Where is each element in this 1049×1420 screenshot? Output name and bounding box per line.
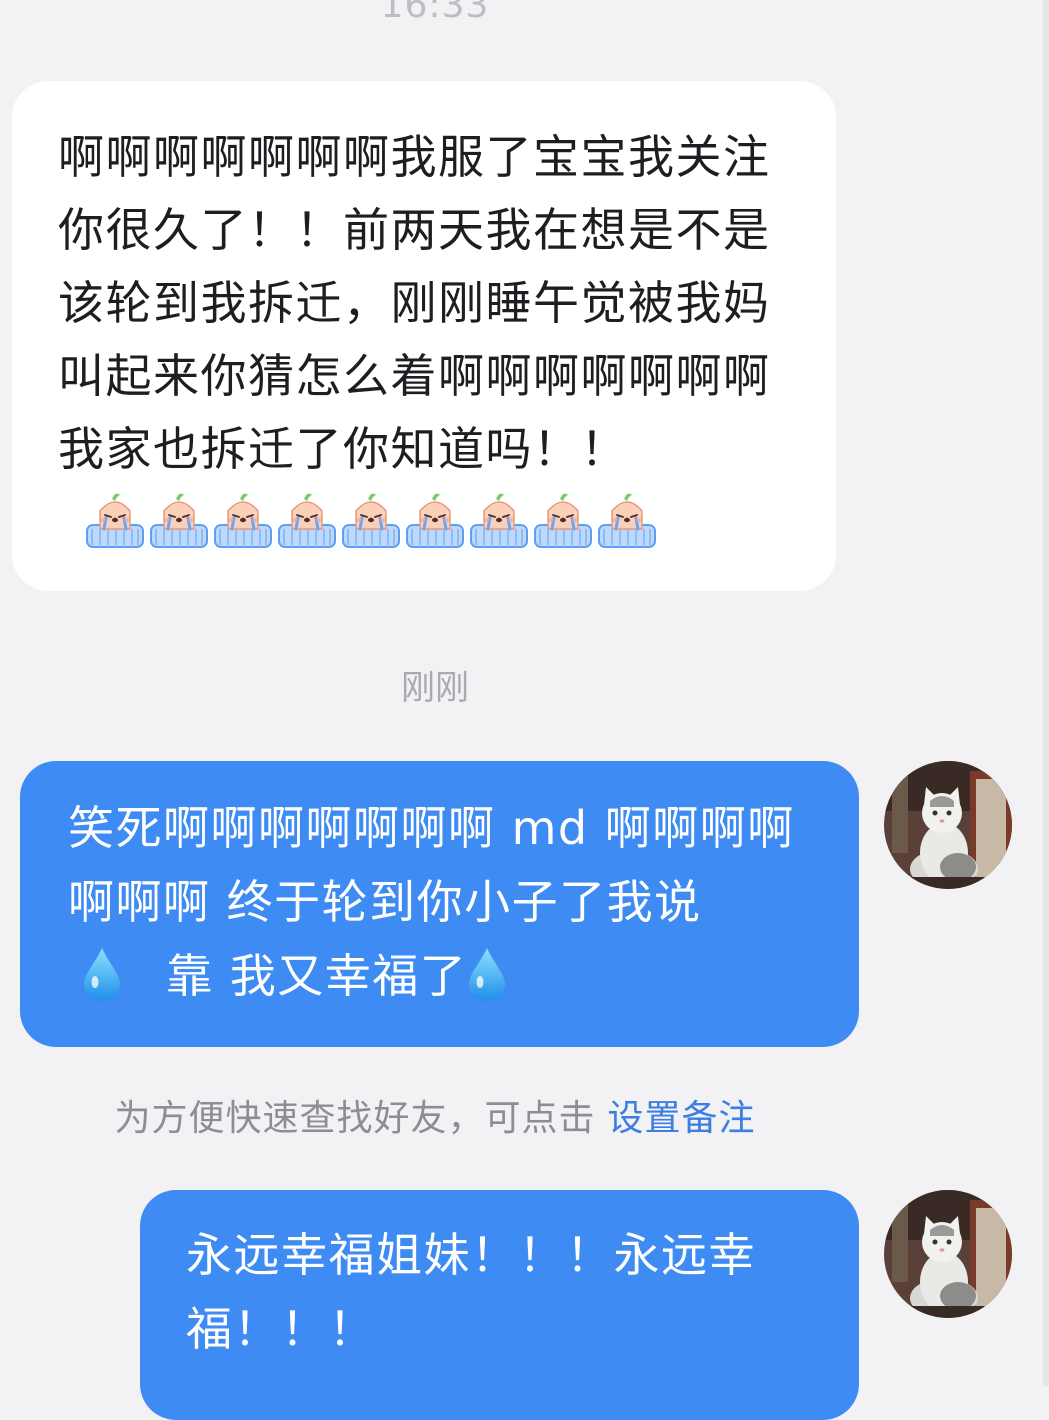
crying-bunny-sticker-icon — [278, 493, 336, 548]
crying-bunny-sticker-icon — [470, 493, 528, 548]
crying-sticker-row — [84, 489, 658, 551]
crying-bunny-sticker-icon — [214, 493, 272, 548]
incoming-message-text: 啊啊啊啊啊啊啊我服了宝宝我关注你很久了！！前两天我在想是不是该轮到我拆迁，刚刚睡… — [58, 121, 806, 559]
crying-bunny-sticker-icon — [86, 493, 144, 548]
incoming-message-body: 啊啊啊啊啊啊啊我服了宝宝我关注你很久了！！前两天我在想是不是该轮到我拆迁，刚刚睡… — [58, 130, 771, 476]
cat-avatar-icon[interactable] — [884, 761, 1012, 889]
crying-bunny-sticker-icon — [534, 493, 592, 548]
outgoing-message-text-2: 永远幸福姐妹！！！永远幸福！！！ — [186, 1228, 756, 1356]
scroll-edge — [1043, 0, 1049, 1386]
message-timestamp: 16:33 — [380, 0, 490, 26]
outgoing-message-bubble[interactable]: 笑死啊啊啊啊啊啊啊 md 啊啊啊啊啊啊啊 终于轮到你小子了我说 靠 我又幸福了 — [20, 761, 859, 1047]
set-remark-link[interactable]: 设置备注 — [608, 1098, 756, 1139]
crying-bunny-sticker-icon — [406, 493, 464, 548]
message-timestamp-recent: 刚刚 — [401, 668, 469, 708]
water-drop-icon — [469, 947, 506, 1001]
water-drop-icon — [84, 947, 120, 1001]
outgoing-message-text-part2: 靠 我又幸福了 — [166, 949, 468, 1003]
remark-notice-text: 为方便快速查找好友，可点击 — [114, 1098, 596, 1139]
outgoing-message-text-part1: 笑死啊啊啊啊啊啊啊 md 啊啊啊啊啊啊啊 终于轮到你小子了我说 — [68, 801, 795, 929]
cat-avatar-icon[interactable] — [884, 1190, 1012, 1318]
incoming-message-bubble[interactable]: 啊啊啊啊啊啊啊我服了宝宝我关注你很久了！！前两天我在想是不是该轮到我拆迁，刚刚睡… — [12, 81, 836, 591]
crying-bunny-sticker-icon — [598, 493, 656, 548]
crying-bunny-sticker-icon — [150, 493, 208, 548]
outgoing-message-text: 笑死啊啊啊啊啊啊啊 md 啊啊啊啊啊啊啊 终于轮到你小子了我说 靠 我又幸福了 — [68, 791, 839, 1013]
crying-bunny-sticker-icon — [342, 493, 400, 548]
remark-notice: 为方便快速查找好友，可点击 设置备注 — [0, 1096, 870, 1142]
